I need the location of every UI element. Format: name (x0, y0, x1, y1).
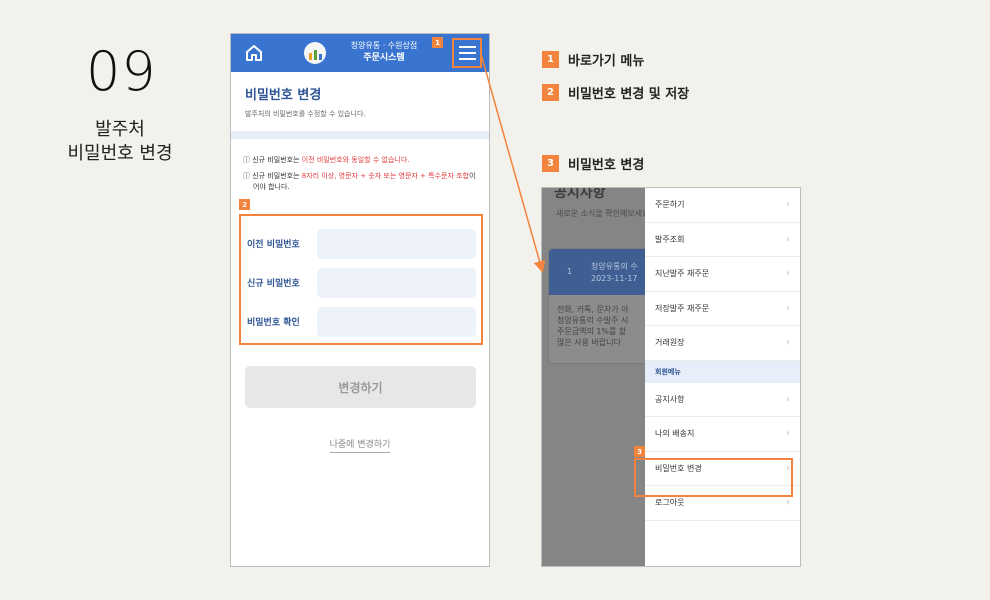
notice-card-heading: 청양유통의 수 2023-11-17 (591, 261, 638, 285)
menu-item-label: 로그아웃 (655, 498, 685, 508)
new-password-row: 신규 비밀번호 (247, 263, 476, 302)
brand-name: 청양유통 · 수원상점 주문시스템 (334, 40, 434, 64)
menu-button[interactable] (452, 38, 482, 68)
menu-item-label: 발주조회 (655, 234, 685, 244)
notice-card-title: 청양유통의 수 (591, 262, 638, 271)
legend-badge-3: 3 (542, 155, 559, 172)
notice-body-line: 전화, 카톡, 문자가 아 (557, 305, 629, 314)
menu-item-label: 주문하기 (655, 200, 685, 210)
menu-item-past-reorder[interactable]: 지난발주 재주문 › (645, 257, 800, 292)
old-password-label: 이전 비밀번호 (247, 240, 300, 250)
menu-item-notices[interactable]: 공지사항 › (645, 383, 800, 417)
menu-drawer-screen: 공지사항 새로운 소식을 확인해보세요 1 청양유통의 수 2023-11-17… (541, 187, 801, 567)
hamburger-icon-line (458, 52, 476, 54)
legend-label-1: 바로가기 메뉴 (568, 54, 645, 69)
rule-2: ⓘ 신규 비밀번호는 8자리 이상, 영문자 + 숫자 또는 영문자 + 특수문… (243, 171, 479, 193)
callout-badge-2: 2 (239, 199, 250, 210)
app-bar: 청양유통 · 수원상점 주문시스템 1 (231, 34, 489, 72)
menu-item-ledger[interactable]: 거래원장 › (645, 326, 800, 361)
notice-card-body: 전화, 카톡, 문자가 아 청양유통의 수발주 시 주문금액의 1%를 할 많은… (557, 304, 629, 348)
confirm-password-input[interactable] (316, 306, 476, 337)
hamburger-icon-line (458, 46, 476, 48)
home-icon[interactable] (245, 44, 263, 62)
menu-item-label: 거래원장 (655, 338, 685, 348)
notice-body-line: 많은 사용 바랍니다 (557, 338, 621, 347)
menu-item-label: 공지사항 (655, 394, 685, 404)
chevron-right-icon: › (786, 199, 790, 211)
brand-logo (304, 42, 326, 64)
callout-badge-1: 1 (432, 37, 443, 48)
callout-badge-3: 3 (634, 446, 645, 457)
nav-drawer: 주문하기 › 발주조회 › 지난발주 재주문 › 저장발주 재주문 › 거래원장 › 회원… (645, 188, 800, 566)
section-header: 비밀번호 변경 발주처의 비밀번호를 수정할 수 있습니다. (231, 72, 489, 165)
menu-item-my-address[interactable]: 나의 배송지 › (645, 417, 800, 452)
rule-1: ⓘ 신규 비밀번호는 이전 비밀번호와 동일할 수 없습니다. (243, 155, 479, 166)
legend-item-2: 2 비밀번호 변경 및 저장 (542, 83, 689, 102)
new-password-label: 신규 비밀번호 (247, 279, 300, 289)
legend-item-1: 1 바로가기 메뉴 (542, 50, 644, 69)
change-later-link[interactable]: 나중에 변경하기 (329, 440, 391, 453)
new-password-input[interactable] (316, 267, 476, 298)
legend-label-3: 비밀번호 변경 (568, 158, 645, 173)
menu-item-label: 저장발주 재주문 (655, 303, 710, 313)
notice-card: 1 청양유통의 수 2023-11-17 전화, 카톡, 문자가 아 청양유통의… (548, 248, 658, 364)
step-title-line1: 발주처 (95, 119, 145, 140)
chevron-right-icon: › (786, 233, 790, 245)
password-change-screen: 청양유통 · 수원상점 주문시스템 1 비밀번호 변경 발주처의 비밀번호를 수… (230, 33, 490, 567)
old-password-input[interactable] (316, 228, 476, 259)
notice-card-header: 1 청양유통의 수 2023-11-17 (549, 249, 657, 295)
notice-body-line: 청양유통의 수발주 시 (557, 316, 629, 325)
rule-1-prefix: ⓘ 신규 비밀번호는 (243, 156, 302, 164)
legend-label-2: 비밀번호 변경 및 저장 (568, 87, 690, 102)
brand-line1: 청양유통 · 수원상점 (350, 41, 418, 50)
confirm-password-row: 비밀번호 확인 (247, 302, 476, 341)
confirm-password-label: 비밀번호 확인 (247, 318, 300, 328)
legend-badge-1: 1 (542, 51, 559, 68)
menu-item-label: 지난발주 재주문 (655, 269, 710, 279)
hamburger-icon-line (458, 58, 476, 60)
notice-card-number: 1 (567, 267, 573, 276)
old-password-row: 이전 비밀번호 (247, 224, 476, 263)
rule-2-highlight: 8자리 이상, 영문자 + 숫자 또는 영문자 + 특수문자 조합 (301, 172, 470, 180)
rule-2-prefix: ⓘ 신규 비밀번호는 (243, 172, 302, 180)
change-password-button[interactable]: 변경하기 (245, 366, 476, 408)
legend-item-3: 3 비밀번호 변경 (542, 154, 644, 173)
section-subtitle: 발주처의 비밀번호를 수정할 수 있습니다. (245, 110, 366, 118)
chevron-right-icon: › (786, 497, 790, 509)
notice-title: 공지사항 (554, 187, 606, 201)
chevron-right-icon: › (786, 337, 790, 349)
chevron-right-icon: › (786, 393, 790, 405)
menu-item-order-inquiry[interactable]: 발주조회 › (645, 223, 800, 257)
chevron-right-icon: › (786, 268, 790, 280)
section-title: 비밀번호 변경 (245, 88, 322, 103)
step-title-line2: 비밀번호 변경 (67, 143, 173, 164)
password-rules: ⓘ 신규 비밀번호는 이전 비밀번호와 동일할 수 없습니다. ⓘ 신규 비밀번… (243, 155, 479, 198)
chevron-right-icon: › (786, 428, 790, 440)
notice-subtitle: 새로운 소식을 확인해보세요 (556, 209, 650, 218)
notice-body-line: 주문금액의 1%를 할 (557, 327, 627, 336)
password-form: 이전 비밀번호 신규 비밀번호 비밀번호 확인 (239, 214, 483, 345)
change-password-highlight (634, 458, 793, 497)
member-menu-section: 회원메뉴 (645, 360, 800, 383)
legend-badge-2: 2 (542, 84, 559, 101)
chevron-right-icon: › (786, 302, 790, 314)
step-number: 09 (86, 40, 157, 103)
change-later-row: 나중에 변경하기 (231, 432, 489, 453)
notice-card-date: 2023-11-17 (591, 274, 638, 283)
section-divider (231, 131, 489, 139)
menu-item-label: 나의 배송지 (655, 429, 695, 439)
step-title: 발주처 비밀번호 변경 (40, 118, 200, 166)
rule-1-highlight: 이전 비밀번호와 동일할 수 없습니다. (301, 156, 410, 164)
menu-item-order[interactable]: 주문하기 › (645, 188, 800, 223)
brand-line2: 주문시스템 (363, 53, 405, 63)
menu-item-saved-reorder[interactable]: 저장발주 재주문 › (645, 292, 800, 326)
